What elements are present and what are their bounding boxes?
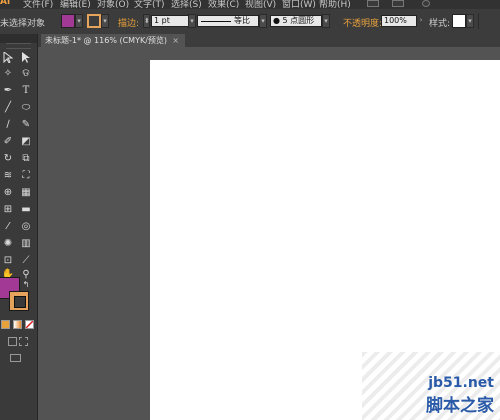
menu-edit[interactable]: 编辑(E) [60, 0, 91, 9]
arrange-documents-icon[interactable] [392, 0, 404, 7]
perspective-grid-tool-icon[interactable]: ▦ [18, 186, 34, 200]
opacity-input[interactable]: 100% [381, 15, 417, 27]
close-icon[interactable]: × [172, 34, 179, 47]
lasso-tool-icon[interactable]: ଡ [18, 67, 34, 81]
sync-icon[interactable] [422, 0, 430, 7]
magic-wand-tool-icon[interactable]: ✧ [0, 67, 16, 81]
eyedropper-tool-icon[interactable]: ⁄ [0, 220, 16, 234]
ellipse-tool-icon[interactable]: ⬭ [18, 101, 34, 115]
watermark: jb51.net 脚本之家 [426, 375, 494, 416]
type-tool-icon[interactable]: T [18, 84, 34, 98]
document-tab[interactable]: 未标题-1* @ 116% (CMYK/预览) × [41, 34, 185, 47]
profile-label: 等比 [234, 16, 250, 25]
stroke-weight-label[interactable]: 描边: [118, 16, 139, 29]
menu-effect[interactable]: 效果(C) [208, 0, 239, 9]
screen-mode-icon[interactable] [10, 354, 21, 362]
app-logo: Ai [0, 0, 11, 7]
stroke-weight-stepper-icon[interactable]: ⬍ [143, 14, 150, 28]
mesh-tool-icon[interactable]: ⊞ [0, 203, 16, 217]
variable-width-profile[interactable]: 等比 [197, 15, 259, 27]
fill-dropdown-icon[interactable]: ▾ [75, 14, 83, 28]
selection-tool-icon[interactable] [0, 51, 16, 65]
stroke-weight-input[interactable]: 1 pt [151, 15, 189, 27]
watermark-url: jb51.net [428, 375, 494, 391]
gradient-mode-icon[interactable] [13, 320, 22, 329]
none-mode-icon[interactable] [25, 320, 34, 329]
shape-builder-tool-icon[interactable]: ⊕ [0, 186, 16, 200]
artboard-tool-icon[interactable]: ⊡ [0, 254, 16, 268]
menu-file[interactable]: 文件(F) [23, 0, 53, 9]
line-tool-icon[interactable]: ╱ [0, 101, 16, 115]
divider [478, 13, 479, 29]
watermark-name: 脚本之家 [426, 396, 494, 416]
blend-tool-icon[interactable]: ◎ [18, 220, 34, 234]
document-tab-bar: 未标题-1* @ 116% (CMYK/预览) × [38, 34, 500, 47]
brush-definition[interactable]: ● 5 点圆形 [270, 15, 322, 27]
gradient-tool-icon[interactable]: ▬ [18, 203, 34, 217]
control-bar: 未选择对象 ▾ ▾ 描边: ⬍ 1 pt ▾ 等比 ▾ ● 5 点圆形 ▾ 不透… [0, 9, 500, 35]
pen-tool-icon[interactable]: ✒ [0, 84, 16, 98]
width-tool-icon[interactable]: ≋ [0, 169, 16, 183]
column-graph-tool-icon[interactable]: ▥ [18, 237, 34, 251]
brush-dropdown-icon[interactable]: ▾ [322, 14, 330, 28]
menu-bar: Ai 文件(F) 编辑(E) 对象(O) 文字(T) 选择(S) 效果(C) 视… [0, 0, 500, 9]
bridge-icon[interactable] [367, 0, 379, 7]
profile-line-icon [201, 21, 231, 22]
stroke-weight-dropdown-icon[interactable]: ▾ [188, 14, 196, 28]
menu-type[interactable]: 文字(T) [134, 0, 165, 9]
menu-window[interactable]: 窗口(W) [282, 0, 316, 9]
slice-tool-icon[interactable]: ⟋ [18, 254, 34, 268]
draw-normal-icon[interactable] [8, 337, 17, 346]
opacity-arrow-icon[interactable]: › [417, 14, 425, 28]
menu-help[interactable]: 帮助(H) [319, 0, 351, 9]
brush-dot-icon: ● [273, 16, 280, 25]
stroke-swatch[interactable] [9, 291, 29, 311]
eraser-tool-icon[interactable]: ◩ [18, 135, 34, 149]
scale-tool-icon[interactable]: ⧉ [18, 152, 34, 166]
tools-panel: ✧ ଡ ✒ T ╱ ⬭ ∕ ✎ ✐ ◩ ↻ ⧉ ≋ ⛶ ⊕ ▦ ⊞ ▬ ⁄ ◎ … [0, 34, 38, 420]
brush-label: 5 点圆形 [282, 16, 315, 25]
profile-dropdown-icon[interactable]: ▾ [259, 14, 267, 28]
paintbrush-tool-icon[interactable]: ∕ [0, 118, 16, 132]
menu-select[interactable]: 选择(S) [171, 0, 202, 9]
opacity-label[interactable]: 不透明度: [343, 16, 382, 29]
free-transform-tool-icon[interactable]: ⛶ [18, 169, 34, 183]
document-tab-title: 未标题-1* @ 116% (CMYK/预览) [45, 36, 168, 45]
fill-color-swatch[interactable] [61, 14, 75, 28]
direct-selection-tool-icon[interactable] [18, 51, 34, 65]
tools-panel-grip[interactable] [6, 43, 31, 49]
color-mode-icon[interactable] [1, 320, 10, 329]
pencil-tool-icon[interactable]: ✎ [18, 118, 34, 132]
symbol-sprayer-tool-icon[interactable]: ✺ [0, 237, 16, 251]
style-dropdown-icon[interactable]: ▾ [466, 14, 474, 28]
graphic-style-swatch[interactable] [452, 14, 466, 28]
blob-brush-tool-icon[interactable]: ✐ [0, 135, 16, 149]
rotate-tool-icon[interactable]: ↻ [0, 152, 16, 166]
selection-status: 未选择对象 [0, 19, 46, 29]
tools-panel-header[interactable] [0, 34, 37, 43]
stroke-color-swatch[interactable] [87, 14, 101, 28]
draw-inside-icon[interactable] [19, 337, 28, 346]
menu-object[interactable]: 对象(O) [97, 0, 129, 9]
style-label: 样式: [429, 19, 451, 29]
swap-fill-stroke-icon[interactable]: ↰ [18, 278, 34, 292]
menu-view[interactable]: 视图(V) [245, 0, 276, 9]
stroke-dropdown-icon[interactable]: ▾ [101, 14, 109, 28]
